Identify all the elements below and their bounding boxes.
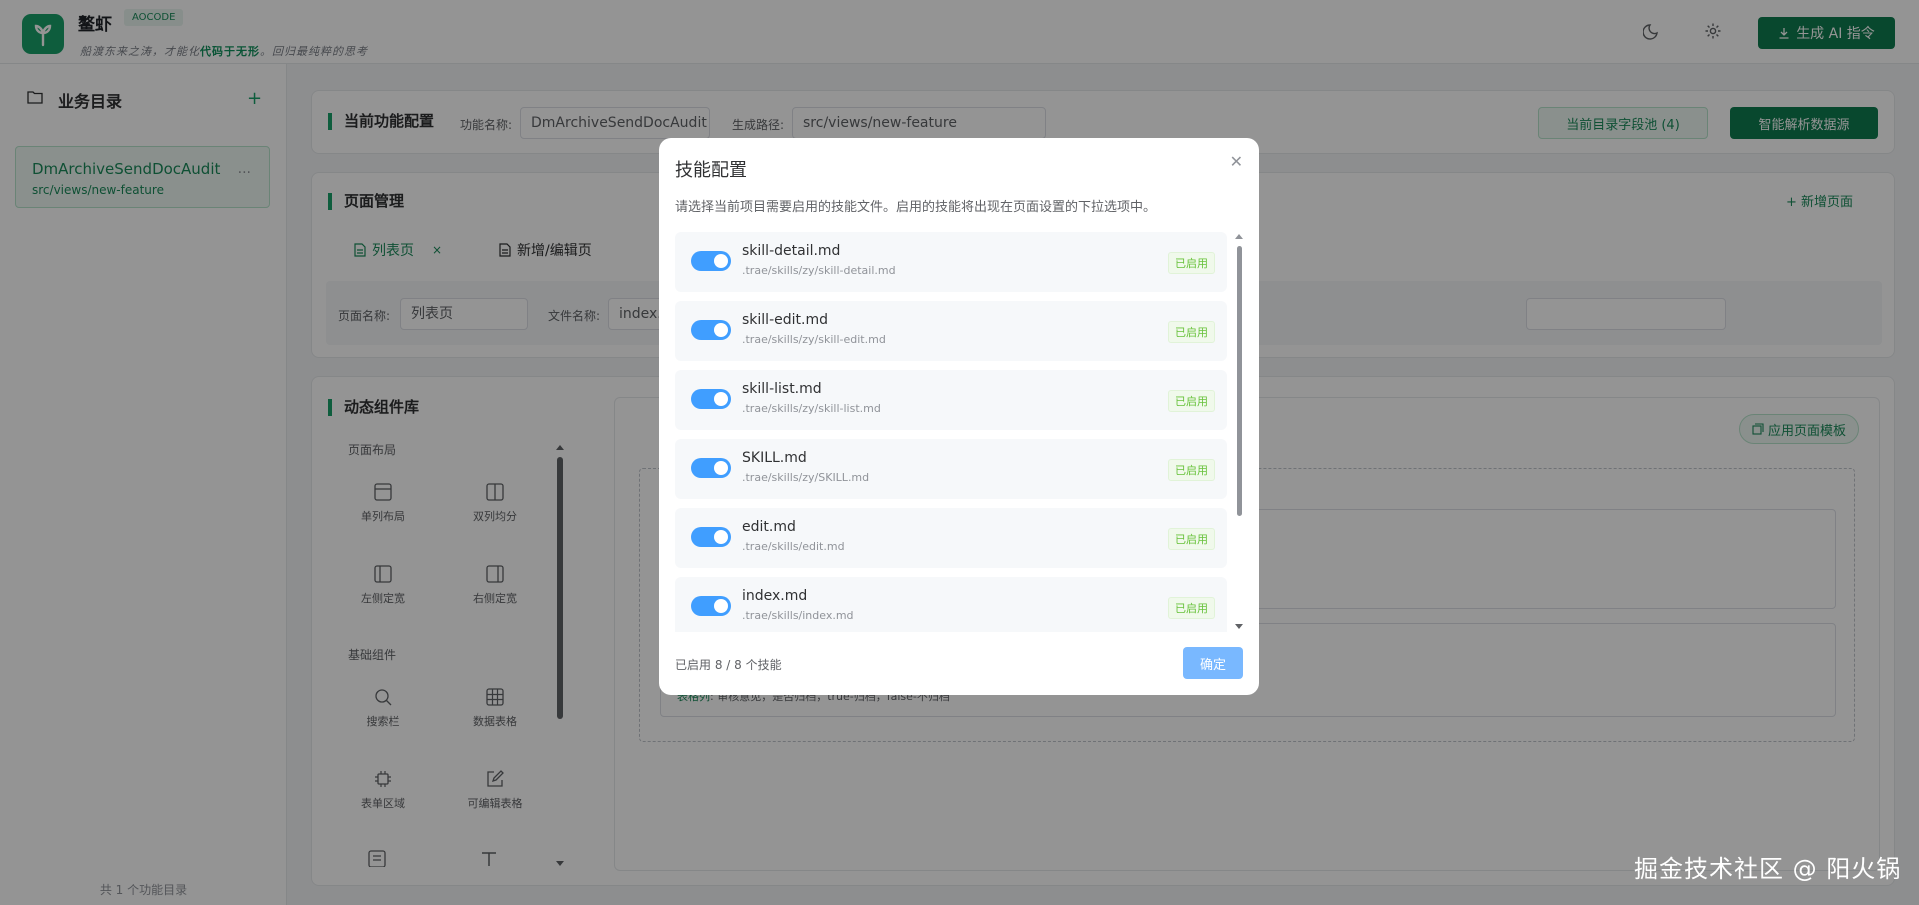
skill-name: skill-edit.md — [742, 312, 828, 328]
skill-path: .trae/skills/edit.md — [742, 540, 845, 553]
enabled-tag: 已启用 — [1168, 528, 1215, 550]
enabled-tag: 已启用 — [1168, 459, 1215, 481]
skill-path: .trae/skills/zy/SKILL.md — [742, 471, 870, 484]
skill-name: skill-detail.md — [742, 243, 841, 259]
skill-toggle[interactable] — [691, 527, 731, 547]
skill-toggle[interactable] — [691, 251, 731, 271]
enabled-tag: 已启用 — [1168, 597, 1215, 619]
skill-name: skill-list.md — [742, 381, 822, 397]
skill-list-scrollbar[interactable] — [1233, 232, 1245, 632]
skill-path: .trae/skills/zy/skill-detail.md — [742, 264, 896, 277]
skill-row[interactable]: skill-edit.md .trae/skills/zy/skill-edit… — [675, 301, 1227, 361]
skill-row[interactable]: index.md .trae/skills/index.md 已启用 — [675, 577, 1227, 632]
skill-toggle[interactable] — [691, 320, 731, 340]
skill-row[interactable]: skill-detail.md .trae/skills/zy/skill-de… — [675, 232, 1227, 292]
dialog-description: 请选择当前项目需要启用的技能文件。启用的技能将出现在页面设置的下拉选项中。 — [675, 200, 1157, 215]
confirm-button[interactable]: 确定 — [1183, 647, 1243, 679]
skill-toggle[interactable] — [691, 596, 731, 616]
skill-list: skill-detail.md .trae/skills/zy/skill-de… — [675, 232, 1237, 632]
skill-path: .trae/skills/zy/skill-edit.md — [742, 333, 886, 346]
enabled-count: 已启用 8 / 8 个技能 — [675, 658, 782, 672]
skill-path: .trae/skills/zy/skill-list.md — [742, 402, 881, 415]
enabled-tag: 已启用 — [1168, 321, 1215, 343]
skill-name: index.md — [742, 588, 808, 604]
enabled-tag: 已启用 — [1168, 252, 1215, 274]
skill-name: SKILL.md — [742, 450, 807, 466]
watermark: 掘金技术社区 @ 阳火锅 — [1634, 855, 1902, 883]
skill-toggle[interactable] — [691, 458, 731, 478]
skill-row[interactable]: edit.md .trae/skills/edit.md 已启用 — [675, 508, 1227, 568]
skill-name: edit.md — [742, 519, 796, 535]
skill-row[interactable]: skill-list.md .trae/skills/zy/skill-list… — [675, 370, 1227, 430]
skill-config-dialog: 技能配置 ✕ 请选择当前项目需要启用的技能文件。启用的技能将出现在页面设置的下拉… — [659, 138, 1259, 695]
skill-toggle[interactable] — [691, 389, 731, 409]
close-icon[interactable]: ✕ — [1230, 152, 1243, 171]
enabled-tag: 已启用 — [1168, 390, 1215, 412]
skill-row[interactable]: SKILL.md .trae/skills/zy/SKILL.md 已启用 — [675, 439, 1227, 499]
dialog-title: 技能配置 — [675, 160, 747, 181]
skill-path: .trae/skills/index.md — [742, 609, 854, 622]
